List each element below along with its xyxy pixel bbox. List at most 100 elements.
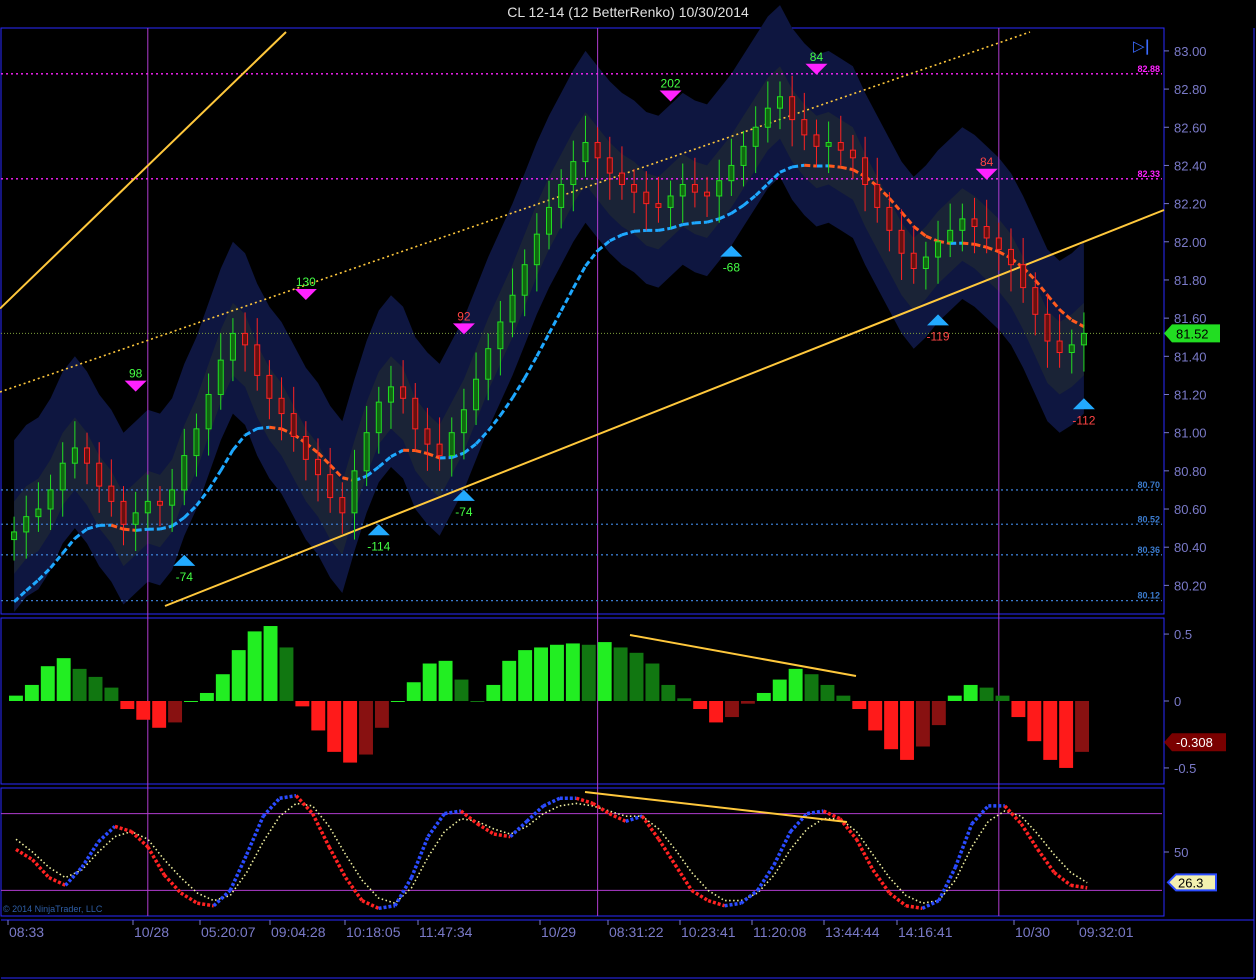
- candle-body: [533, 233, 540, 266]
- histogram-bar: [215, 674, 230, 701]
- candle-body: [266, 374, 273, 399]
- time-axis-label: 08:33: [9, 924, 44, 940]
- candle-body: [400, 386, 407, 399]
- candle-body: [351, 470, 358, 514]
- copyright-text: © 2014 NinjaTrader, LLC: [3, 904, 103, 914]
- price-axis-label: 81.60: [1174, 311, 1207, 326]
- histogram-bar: [295, 701, 310, 707]
- histogram-axis-label: 0.5: [1174, 627, 1192, 642]
- candle-body: [11, 531, 18, 541]
- candle-body: [509, 294, 516, 323]
- oscillator-divergence-line: [584, 791, 848, 823]
- price-axis-label: 81.00: [1174, 426, 1207, 441]
- candle-body: [339, 497, 346, 514]
- oscillator-fast-segment: [575, 796, 594, 806]
- histogram-bar: [40, 666, 55, 701]
- candle-body: [59, 462, 66, 491]
- oscillator-slow-line: [15, 802, 1088, 905]
- oscillator-fast-segment: [1003, 804, 1023, 826]
- oscillator-fast-segment: [640, 815, 661, 841]
- histogram-bar: [550, 644, 564, 701]
- candle-body: [910, 252, 917, 270]
- candle-body: [935, 241, 942, 258]
- oscillator-fast-segment: [1070, 883, 1088, 890]
- candle-body: [278, 397, 285, 415]
- candle-body: [412, 397, 419, 430]
- time-axis-label: 10/30: [1015, 924, 1050, 940]
- candle-body: [631, 184, 638, 193]
- oscillator-fast-segment: [361, 899, 380, 910]
- oscillator-fast-segment: [673, 863, 694, 892]
- price-axis-label: 81.20: [1174, 387, 1207, 402]
- swing-low-label: -74: [455, 505, 473, 519]
- oscillator-fast-segment: [657, 838, 677, 866]
- histogram-bar: [184, 701, 198, 702]
- swing-high-label: 84: [980, 155, 994, 169]
- candle-body: [983, 226, 990, 239]
- candle-body: [752, 126, 759, 147]
- histogram-bar: [931, 701, 946, 726]
- histogram-bar: [88, 676, 103, 701]
- histogram-bar: [804, 674, 819, 701]
- price-axis-label: 80.40: [1174, 540, 1207, 555]
- price-axis-label: 80.80: [1174, 464, 1207, 479]
- candle-body: [922, 256, 929, 270]
- oscillator-fast-segment: [15, 847, 34, 862]
- candle-body: [497, 321, 504, 350]
- swing-low-label: -74: [176, 570, 194, 584]
- oscillator-fast-segment: [1053, 871, 1072, 887]
- candle-body: [144, 500, 151, 514]
- histogram-bar: [947, 695, 962, 701]
- oscillator-fast-segment: [279, 793, 297, 800]
- oscillator-fast-segment: [888, 891, 907, 908]
- candle-body: [618, 172, 625, 186]
- candle-body: [71, 447, 78, 464]
- candle-body: [837, 142, 844, 151]
- candle-body: [704, 191, 711, 197]
- histogram-bar: [454, 679, 469, 701]
- oscillator-fast-segment: [179, 891, 199, 905]
- candle-body: [959, 218, 966, 231]
- histogram-bar: [263, 626, 278, 701]
- swing-high-marker: [294, 289, 317, 301]
- candle-body: [96, 462, 103, 487]
- candle-body: [570, 161, 577, 186]
- moving-average-segment: [207, 469, 223, 491]
- histogram-bar: [629, 652, 644, 701]
- histogram-bar: [709, 701, 724, 723]
- histogram-bar: [438, 660, 453, 701]
- chart-canvas[interactable]: 82.88 82.33 80.70 80.52 80.36 80.12 98 130 92 202…: [0, 0, 1256, 980]
- histogram-bar: [1027, 701, 1042, 742]
- oscillator-fast-segment: [871, 868, 891, 894]
- histogram-bar: [677, 698, 692, 701]
- candle-body: [1007, 248, 1014, 266]
- histogram-bar: [374, 701, 389, 728]
- oscillator-fast-segment: [542, 796, 561, 808]
- swing-high-label: 98: [129, 367, 143, 381]
- candle-body: [23, 516, 30, 533]
- oscillator-fast-segment: [294, 794, 314, 815]
- price-axis-label: 82.60: [1174, 120, 1207, 135]
- oscillator-fast-segment: [756, 863, 776, 892]
- candle-body: [728, 164, 735, 182]
- oscillator-fast-segment: [146, 845, 166, 876]
- histogram-bar: [24, 684, 39, 701]
- oscillator-fast-segment: [1036, 848, 1056, 874]
- oscillator-last-label: 26.3: [1178, 875, 1203, 890]
- moving-average-segment: [584, 249, 599, 267]
- oscillator-fast-segment: [426, 812, 446, 838]
- moving-average-segment: [219, 449, 235, 472]
- candle-body: [886, 206, 893, 231]
- candle-body: [120, 500, 127, 525]
- skip-to-end-icon[interactable]: ▷|: [1133, 37, 1159, 57]
- swing-low-label: -119: [926, 329, 949, 343]
- oscillator-fast-segment: [64, 866, 84, 887]
- histogram-bar: [963, 684, 978, 701]
- histogram-bar: [327, 701, 342, 752]
- histogram-bar: [534, 647, 548, 701]
- histogram-bar: [136, 701, 151, 720]
- oscillator-fast-segment: [378, 904, 396, 911]
- histogram-bar: [120, 701, 135, 710]
- swing-low-label: -68: [723, 261, 741, 275]
- candle-body: [460, 409, 467, 434]
